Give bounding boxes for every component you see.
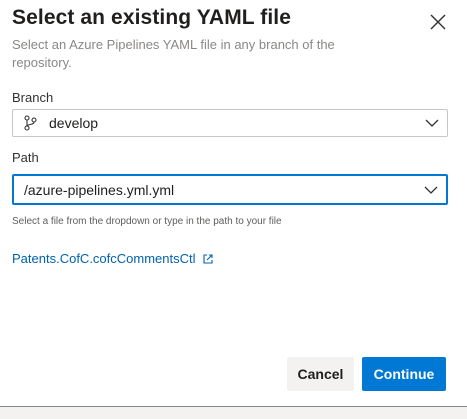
repository-link-text[interactable]: Patents.CofC.cofcCommentsCtl xyxy=(12,251,196,266)
select-yaml-dialog: Select an existing YAML file Select an A… xyxy=(0,0,467,419)
cancel-button[interactable]: Cancel xyxy=(287,357,354,391)
branch-label: Branch xyxy=(12,90,54,105)
continue-button[interactable]: Continue xyxy=(362,357,446,391)
close-icon xyxy=(430,14,446,30)
branch-dropdown[interactable]: develop xyxy=(12,109,448,137)
bottom-divider xyxy=(0,406,467,419)
dialog-subtitle: Select an Azure Pipelines YAML file in a… xyxy=(12,37,335,70)
external-link-icon xyxy=(202,253,213,264)
chevron-down-icon[interactable] xyxy=(424,185,438,195)
git-branch-icon xyxy=(24,115,37,131)
path-helper-text: Select a file from the dropdown or type … xyxy=(12,216,282,227)
dialog-title: Select an existing YAML file xyxy=(12,6,292,29)
branch-value: develop xyxy=(49,115,99,131)
chevron-down-icon xyxy=(425,119,439,127)
repository-link[interactable]: Patents.CofC.cofcCommentsCtl xyxy=(12,251,214,266)
path-label: Path xyxy=(12,150,39,165)
path-combobox[interactable]: /azure-pipelines.yml.yml xyxy=(12,174,448,205)
close-button[interactable] xyxy=(426,10,450,34)
path-value[interactable]: /azure-pipelines.yml.yml xyxy=(24,182,174,198)
